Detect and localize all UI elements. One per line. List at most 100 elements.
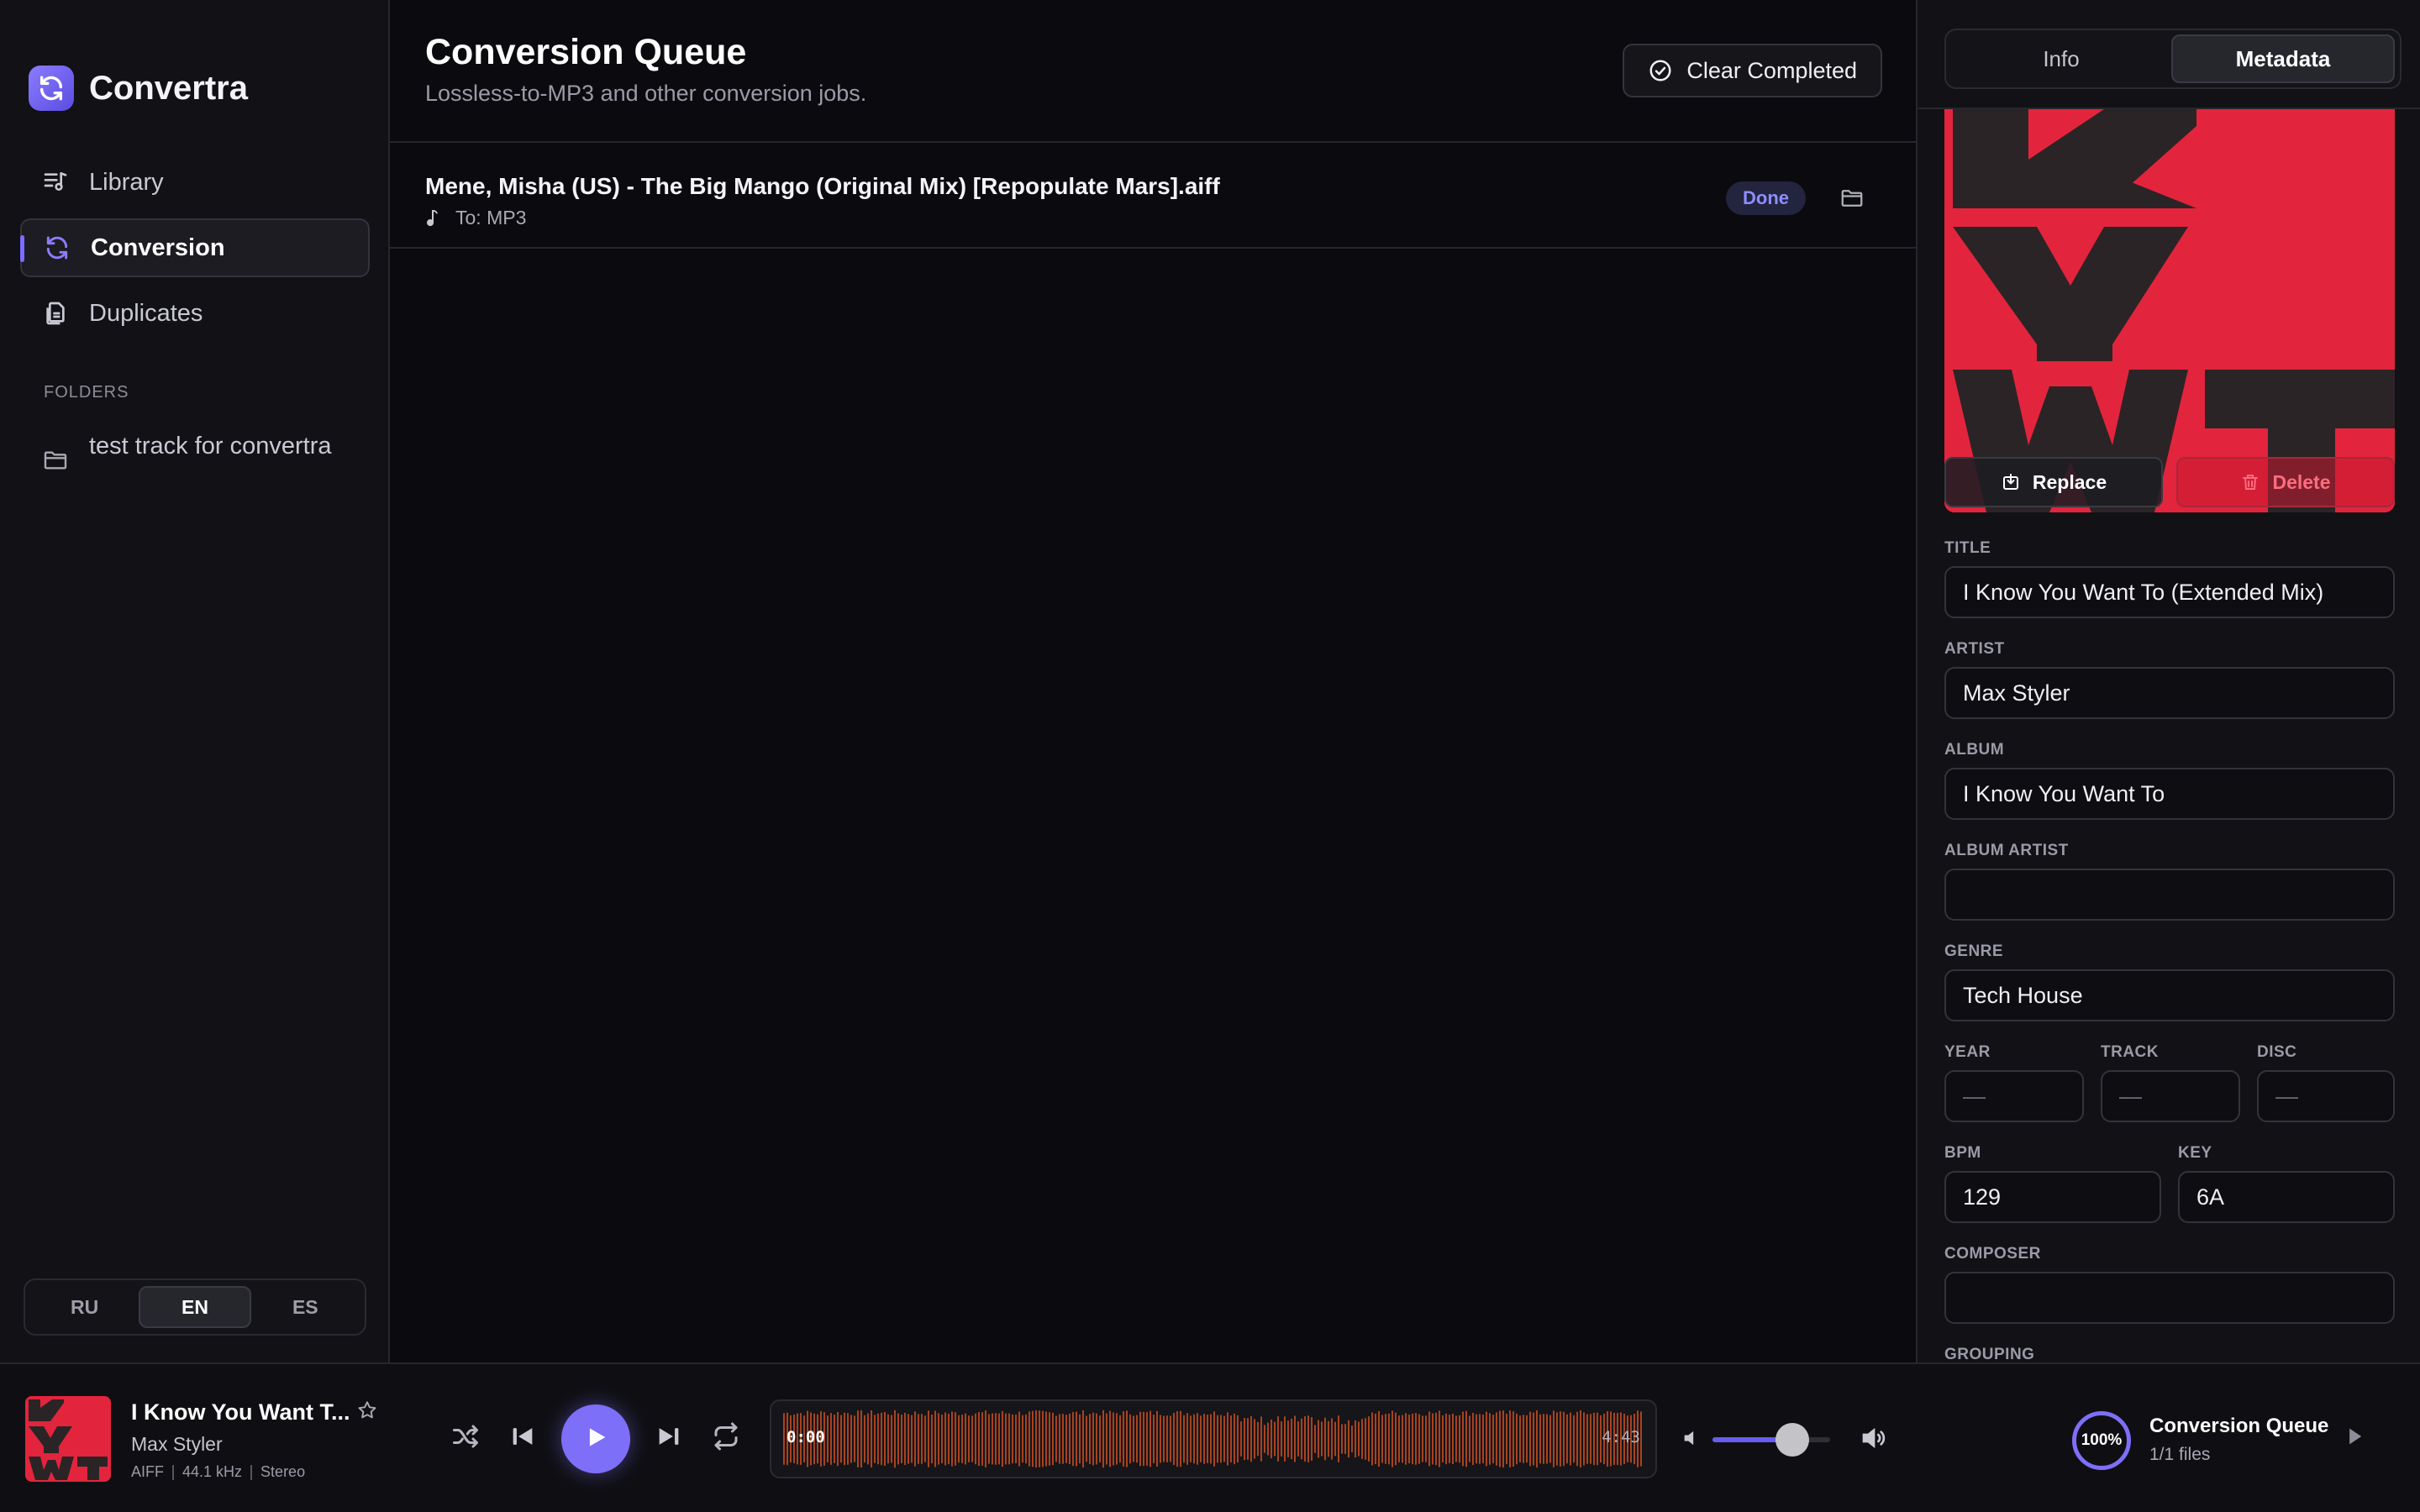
open-folder-button[interactable] [1835,185,1869,215]
queue-expand-button[interactable] [2343,1425,2366,1452]
waveform-bar [1502,1410,1504,1467]
music-list-icon [40,167,71,197]
waveform-bar [1341,1424,1343,1454]
waveform-bar [897,1413,899,1465]
waveform-bar [1244,1417,1245,1461]
cover-actions: Replace Delete [1944,457,2395,507]
sidebar-item-library[interactable]: Library [20,153,370,212]
shuffle-button[interactable] [445,1418,486,1458]
waveform-bar [1096,1413,1097,1465]
lang-en-button[interactable]: EN [139,1286,251,1328]
volume-knob[interactable] [1776,1423,1810,1457]
waveform-bar [1217,1415,1218,1463]
sidebar: Convertra Library Conversion Duplicates … [0,0,390,1362]
waveform-bar [1452,1413,1454,1465]
track-input[interactable] [2101,1070,2240,1122]
waveform-bar [1526,1415,1528,1463]
waveform-bar [847,1413,849,1465]
volume-low-icon[interactable] [1681,1426,1704,1450]
waveform-bar [1207,1415,1208,1463]
waveform-bar [924,1415,926,1462]
waveform-seekbar[interactable]: 0:00 4:43 [770,1399,1657,1478]
waveform-bar [971,1415,973,1462]
composer-field-label: COMPOSER [1944,1245,2041,1263]
waveform-bar [1476,1414,1477,1464]
repeat-button[interactable] [706,1418,746,1458]
waveform-bar [1549,1415,1551,1463]
queue-subtitle: 1/1 files [2149,1445,2211,1464]
waveform-bar [1586,1414,1588,1464]
lang-es-button[interactable]: ES [251,1286,360,1328]
bpm-input[interactable] [1944,1171,2161,1223]
tab-metadata[interactable]: Metadata [2171,34,2395,83]
disc-field-label: DISC [2257,1043,2297,1061]
waveform-bar [941,1415,943,1463]
waveform-bar [1479,1414,1481,1464]
waveform-bar [1546,1414,1548,1464]
waveform-bar [874,1415,876,1463]
waveform-bar [1328,1420,1329,1457]
waveform-bar [860,1410,862,1468]
waveform-bar [1049,1412,1050,1466]
channels-label: Stereo [260,1463,306,1480]
sidebar-item-conversion[interactable]: Conversion [20,218,370,277]
waveform-bar [1365,1418,1366,1460]
next-button[interactable] [649,1418,689,1458]
waveform-bar [1593,1412,1595,1466]
genre-input[interactable] [1944,969,2395,1021]
favorite-star-icon[interactable] [356,1399,378,1421]
waveform-bar [1015,1415,1017,1463]
year-input[interactable] [1944,1070,2084,1122]
album-input[interactable] [1944,768,2395,820]
waveform-bar [1462,1411,1464,1467]
waveform-bar [1563,1411,1565,1467]
volume-high-icon[interactable] [1860,1425,1887,1452]
waveform-bar [958,1415,960,1463]
waveform-bar [1385,1414,1386,1464]
key-input[interactable] [2178,1171,2395,1223]
waveform-bar [921,1414,923,1464]
waveform-bar [914,1411,916,1467]
waveform-bar [1543,1414,1544,1464]
waveform-bar [837,1411,839,1467]
waveform-bar [1042,1410,1044,1467]
waveform-bar [1267,1422,1269,1456]
artist-input[interactable] [1944,667,2395,719]
disc-input[interactable] [2257,1070,2395,1122]
waveform-bar [995,1413,997,1465]
total-time: 4:43 [1602,1428,1640,1446]
waveform-bar [961,1415,963,1463]
waveform-bar [1133,1415,1134,1462]
waveform-bar [1277,1416,1279,1462]
replace-cover-button[interactable]: Replace [1944,457,2163,507]
album-artist-input[interactable] [1944,869,2395,921]
lang-ru-button[interactable]: RU [30,1286,139,1328]
waveform-bar [1486,1411,1487,1467]
waveform-bar [1170,1415,1171,1462]
waveform-bar [1428,1411,1430,1467]
volume-slider[interactable] [1712,1423,1830,1457]
waveform-bar [1307,1415,1309,1462]
waveform-bar [998,1413,1000,1465]
composer-input[interactable] [1944,1272,2395,1324]
clear-completed-button[interactable]: Clear Completed [1623,44,1882,97]
language-switcher: RU EN ES [24,1278,366,1336]
status-badge: Done [1726,181,1806,215]
waveform-bar [1113,1412,1114,1466]
sidebar-item-duplicates[interactable]: Duplicates [20,284,370,343]
queue-progress-ring[interactable]: 100% [2072,1411,2131,1470]
waveform-bar [884,1411,886,1467]
waveform-bar [978,1411,980,1467]
play-button[interactable] [561,1404,630,1473]
title-input[interactable] [1944,566,2395,618]
waveform-bar [1274,1421,1276,1457]
conversion-job-row[interactable]: Mene, Misha (US) - The Big Mango (Origin… [390,144,1916,249]
tab-info[interactable]: Info [1951,34,2171,83]
delete-cover-button[interactable]: Delete [2176,457,2395,507]
waveform-bar [1055,1415,1057,1462]
waveform-bar [1321,1421,1323,1457]
sidebar-folder-item[interactable]: test track for convertra [40,432,341,475]
waveform-bar [1089,1414,1091,1464]
waveform-bar [1512,1411,1514,1467]
previous-button[interactable] [502,1418,543,1458]
